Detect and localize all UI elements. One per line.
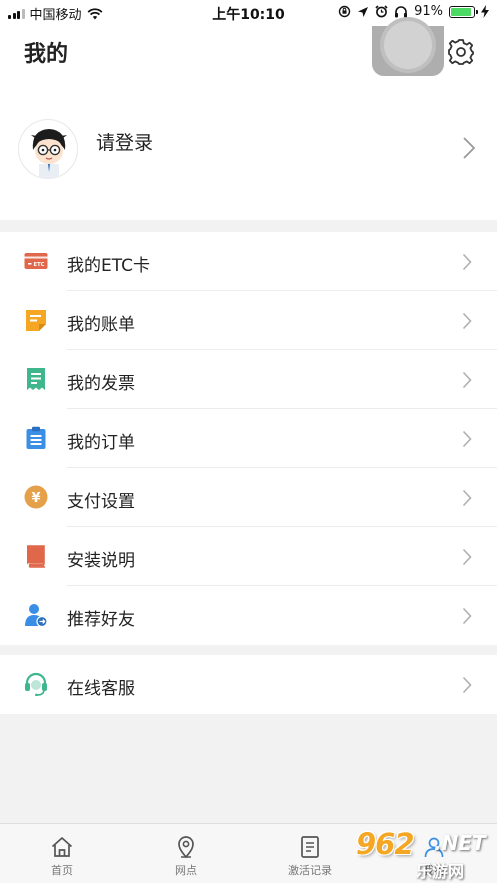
chevron-right-icon: [462, 676, 472, 694]
menu-item-etc-card[interactable]: ETC 我的ETC卡: [0, 232, 497, 291]
watermark-subtitle: 乐游网: [416, 862, 465, 881]
menu-label: 推荐好友: [67, 610, 135, 630]
battery-percent: 91%: [414, 4, 443, 19]
menu-label: 安装说明: [67, 551, 135, 571]
profile-header: 我的 请登录: [0, 21, 497, 220]
cartoon-avatar[interactable]: [18, 119, 78, 179]
menu-item-bills[interactable]: 我的账单: [0, 291, 497, 350]
menu-label: 我的账单: [67, 315, 135, 335]
menu-item-online-service[interactable]: 在线客服: [0, 655, 497, 714]
battery-icon: [449, 5, 478, 18]
service-card: 在线客服: [0, 655, 497, 714]
chevron-right-icon: [462, 312, 472, 330]
charging-bolt-icon: [481, 5, 489, 18]
yuan-payment-icon: ¥: [24, 485, 48, 509]
site-watermark: 962 .NET 乐游网: [356, 827, 494, 881]
menu-list: ETC 我的ETC卡 我的账单 我的发票 我的订单 ¥ 支付设置 安装说明 推荐…: [0, 232, 497, 645]
menu-label: 在线客服: [67, 679, 135, 699]
etc-icon-text: ETC: [34, 262, 45, 268]
recommend-friend-icon: [25, 604, 48, 627]
chevron-right-icon: [462, 430, 472, 448]
menu-item-recommend-friend[interactable]: 推荐好友: [0, 586, 497, 645]
menu-label: 支付设置: [67, 492, 135, 512]
document-list-icon: [301, 836, 319, 858]
menu-label: 我的ETC卡: [67, 256, 150, 276]
watermark-number: 962: [356, 827, 415, 861]
status-bar: 中国移动 上午10:10 91%: [0, 0, 497, 26]
chevron-right-icon: [462, 607, 472, 625]
chevron-right-icon: [462, 548, 472, 566]
invoice-icon: [27, 368, 45, 390]
bill-icon: [26, 310, 46, 331]
tab-label: 网点: [175, 864, 197, 877]
tab-label: 首页: [51, 864, 73, 877]
tab-home[interactable]: 首页: [0, 824, 124, 883]
login-prompt[interactable]: 请登录: [96, 128, 153, 155]
chevron-right-icon: [462, 489, 472, 507]
menu-item-install-guide[interactable]: 安装说明: [0, 527, 497, 586]
tab-label: 激活记录: [288, 864, 332, 877]
menu-label: 我的订单: [67, 433, 135, 453]
location-arrow-icon: [358, 6, 369, 17]
assistive-touch-button[interactable]: [372, 21, 444, 76]
etc-card-icon: ETC: [24, 253, 48, 269]
menu-label: 我的发票: [67, 374, 135, 394]
chevron-right-icon: [463, 137, 476, 159]
menu-item-invoices[interactable]: 我的发票: [0, 350, 497, 409]
book-icon: [27, 545, 45, 568]
watermark-domain: .NET: [434, 831, 486, 855]
chevron-right-icon: [462, 253, 472, 271]
yuan-symbol: ¥: [31, 491, 40, 506]
tab-outlets[interactable]: 网点: [124, 824, 248, 883]
tab-activation-records[interactable]: 激活记录: [248, 824, 372, 883]
menu-item-orders[interactable]: 我的订单: [0, 409, 497, 468]
headset-icon: [25, 672, 47, 696]
location-pin-icon: [178, 836, 194, 859]
page-title: 我的: [24, 42, 69, 67]
chevron-right-icon: [462, 371, 472, 389]
rotation-lock-icon: [338, 5, 351, 18]
gear-icon[interactable]: [447, 38, 475, 66]
menu-item-payment-settings[interactable]: ¥ 支付设置: [0, 468, 497, 527]
order-clipboard-icon: [26, 426, 46, 449]
login-row[interactable]: 请登录: [0, 116, 497, 186]
headphones-icon: [395, 6, 408, 18]
home-icon: [51, 837, 73, 857]
alarm-icon: [375, 5, 388, 18]
